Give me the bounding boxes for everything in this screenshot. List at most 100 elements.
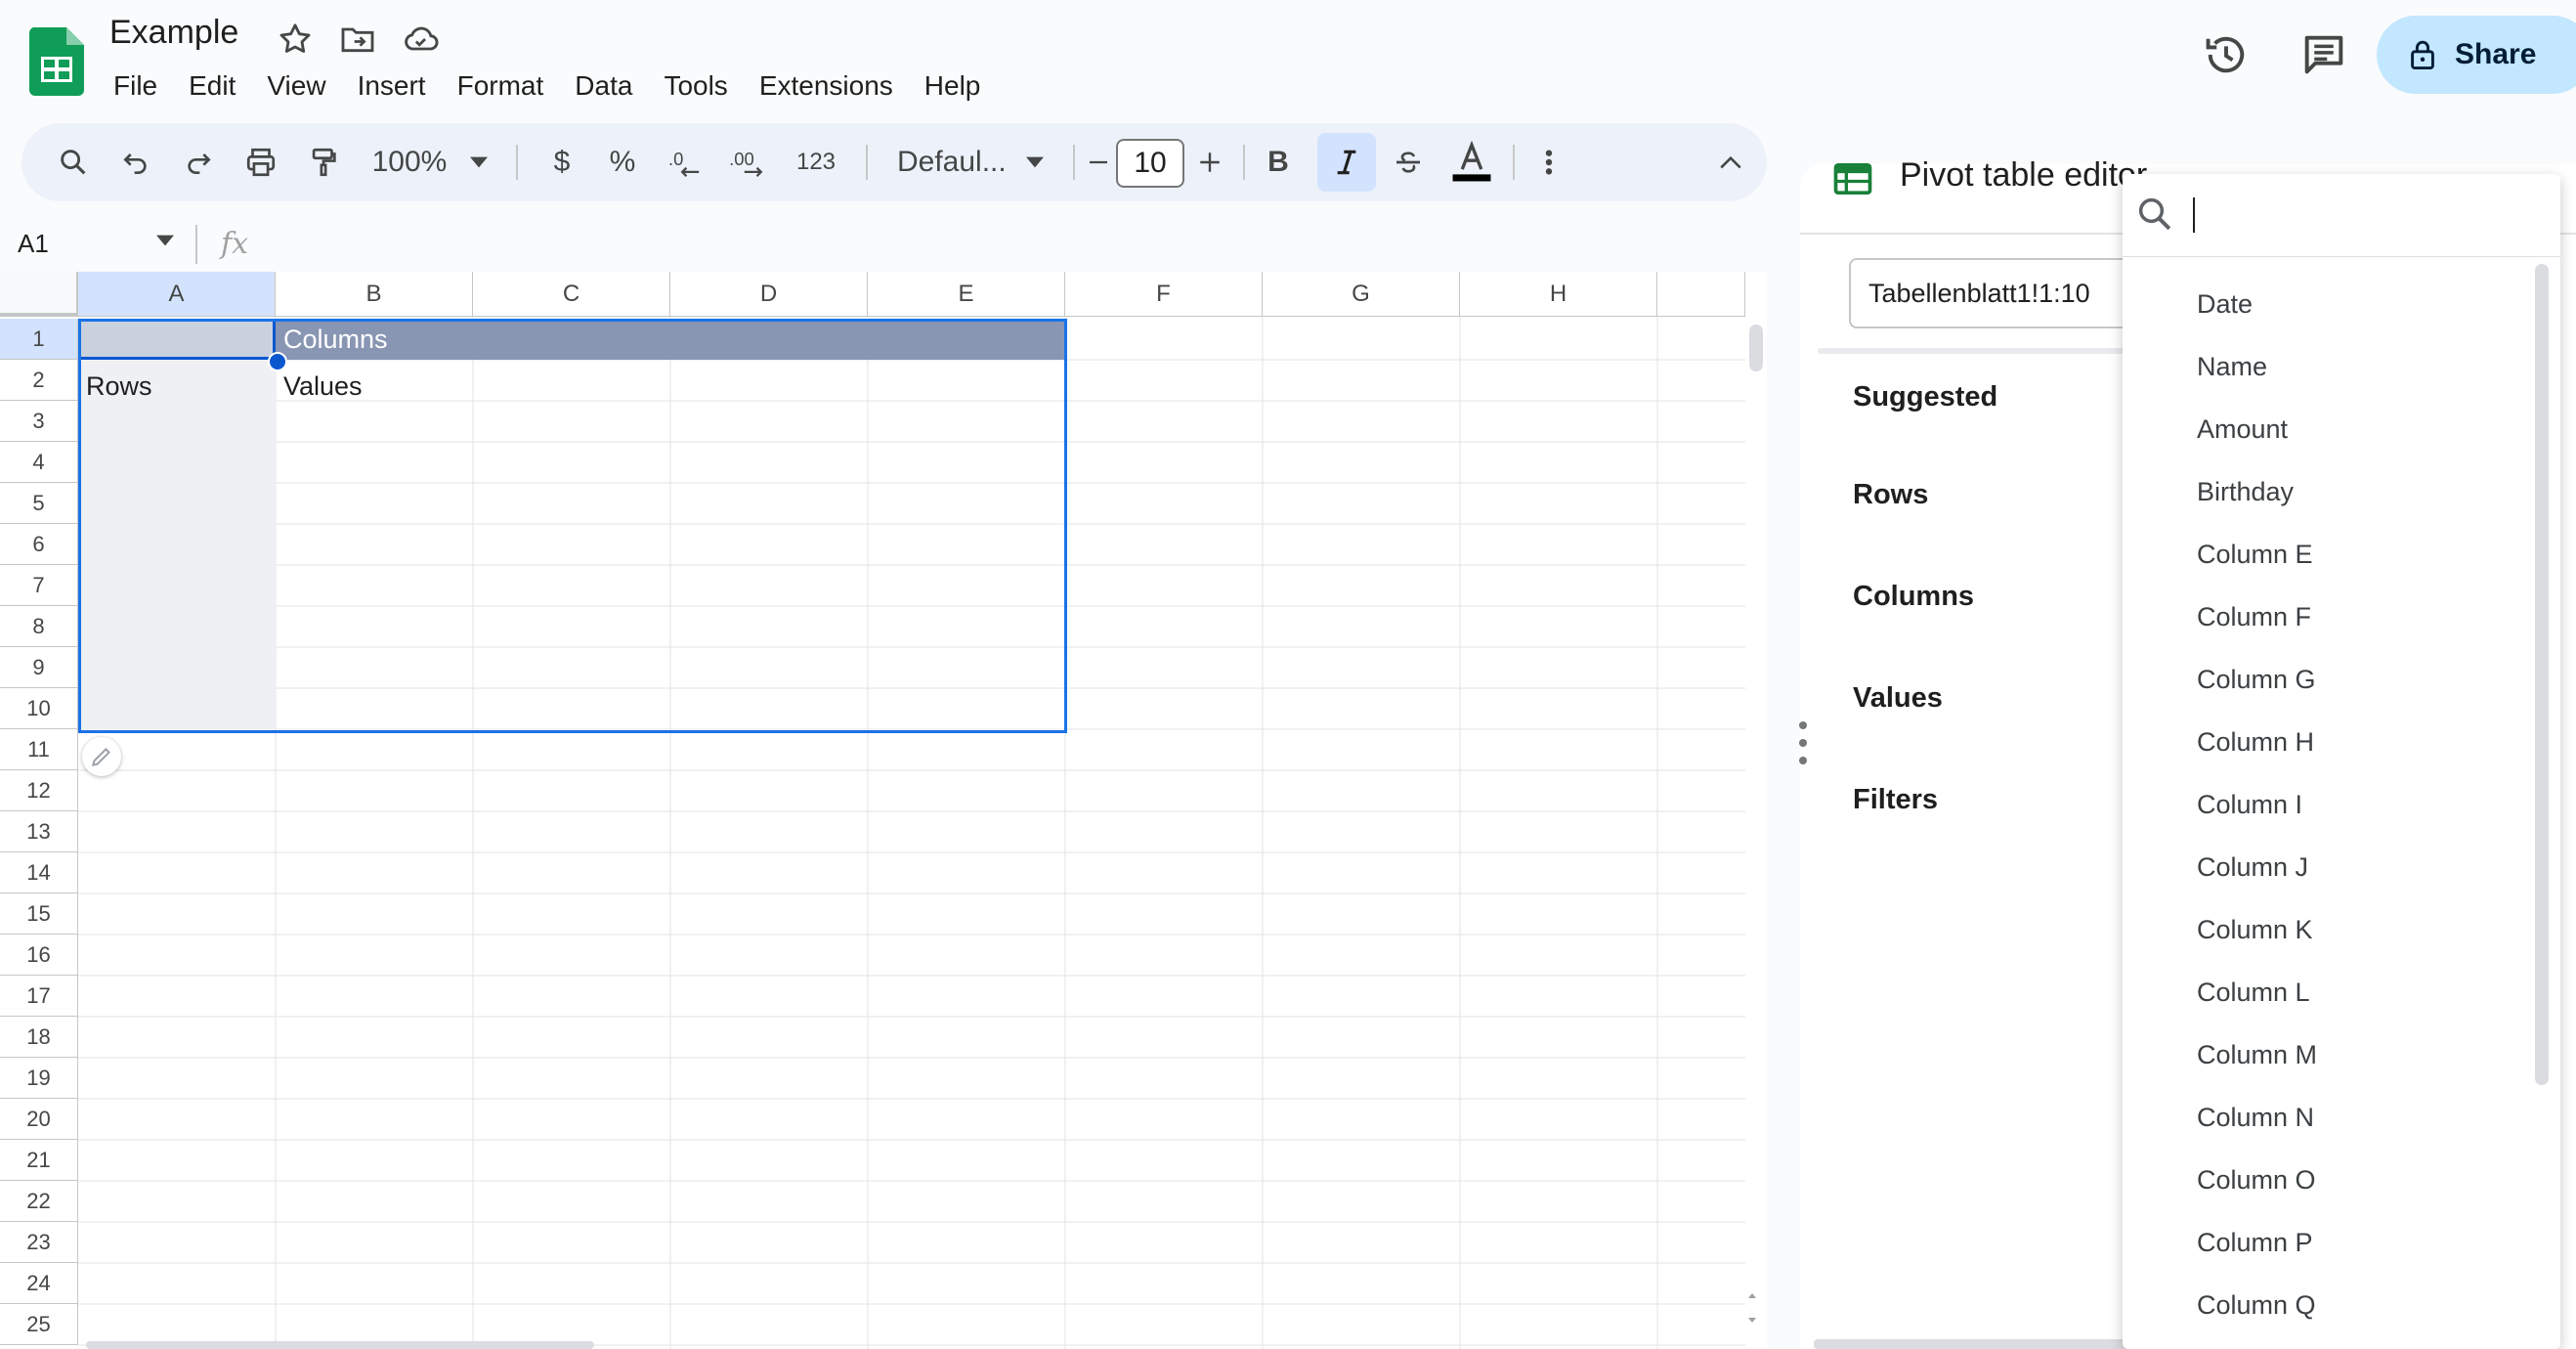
- version-history-icon[interactable]: [2201, 29, 2252, 80]
- move-to-folder-icon[interactable]: [338, 20, 377, 59]
- field-option-column-n[interactable]: Column N: [2197, 1103, 2314, 1133]
- font-size-input[interactable]: 10: [1116, 139, 1184, 188]
- comments-icon[interactable]: [2298, 29, 2349, 80]
- row-header[interactable]: 6: [0, 524, 78, 565]
- row-header[interactable]: 2: [0, 360, 78, 401]
- menu-extensions[interactable]: Extensions: [744, 66, 909, 106]
- field-option-column-f[interactable]: Column F: [2197, 602, 2311, 632]
- increase-decimal-icon[interactable]: .00: [721, 123, 776, 201]
- pivot-range-input[interactable]: Tabellenblatt1!1:10: [1849, 258, 2162, 328]
- field-option-column-j[interactable]: Column J: [2197, 852, 2308, 883]
- row-header[interactable]: 12: [0, 770, 78, 811]
- column-header-i[interactable]: [1657, 272, 1745, 317]
- field-option-column-o[interactable]: Column O: [2197, 1165, 2316, 1196]
- column-header-h[interactable]: H: [1460, 272, 1657, 317]
- row-header[interactable]: 22: [0, 1181, 78, 1222]
- menu-help[interactable]: Help: [909, 66, 997, 106]
- redo-icon[interactable]: [174, 123, 223, 201]
- field-search-box[interactable]: [2123, 174, 2560, 257]
- undo-icon[interactable]: [111, 123, 160, 201]
- dropdown-scrollbar-thumb[interactable]: [2535, 264, 2549, 1085]
- share-button[interactable]: Share: [2377, 16, 2576, 94]
- cell-a2[interactable]: Rows: [86, 371, 152, 402]
- field-option-name[interactable]: Name: [2197, 352, 2267, 382]
- column-header-g[interactable]: G: [1263, 272, 1460, 317]
- italic-icon[interactable]: [1317, 123, 1376, 201]
- field-option-column-k[interactable]: Column K: [2197, 915, 2313, 945]
- strikethrough-icon[interactable]: [1384, 123, 1433, 201]
- sheets-logo-icon[interactable]: [29, 27, 84, 96]
- row-header[interactable]: 5: [0, 483, 78, 524]
- row-header[interactable]: 4: [0, 442, 78, 483]
- field-option-amount[interactable]: Amount: [2197, 414, 2288, 445]
- row-header[interactable]: 1: [0, 319, 78, 360]
- font-family-select[interactable]: Defaul...: [881, 123, 1059, 201]
- row-header[interactable]: 20: [0, 1099, 78, 1140]
- more-options-icon[interactable]: [1526, 123, 1571, 201]
- row-header[interactable]: 9: [0, 647, 78, 688]
- field-option-date[interactable]: Date: [2197, 289, 2253, 320]
- menu-edit[interactable]: Edit: [173, 66, 251, 106]
- row-header[interactable]: 21: [0, 1140, 78, 1181]
- field-option-column-g[interactable]: Column G: [2197, 665, 2316, 695]
- field-option-column-h[interactable]: Column H: [2197, 727, 2314, 758]
- menu-insert[interactable]: Insert: [342, 66, 442, 106]
- menu-file[interactable]: File: [98, 66, 173, 106]
- panel-horizontal-scrollbar[interactable]: [1814, 1339, 2175, 1349]
- bold-button[interactable]: B: [1255, 123, 1302, 201]
- paint-format-icon[interactable]: [299, 123, 348, 201]
- column-header-b[interactable]: B: [276, 272, 473, 317]
- row-header[interactable]: 15: [0, 893, 78, 935]
- scroll-arrows[interactable]: [1743, 1279, 1761, 1337]
- name-box[interactable]: A1: [18, 229, 49, 259]
- cell-b2[interactable]: Values: [283, 371, 363, 402]
- print-icon[interactable]: [236, 123, 285, 201]
- row-header[interactable]: 8: [0, 606, 78, 647]
- increase-font-size-icon[interactable]: [1188, 123, 1231, 201]
- cloud-saved-icon[interactable]: [401, 20, 440, 59]
- more-formats-button[interactable]: 123: [784, 123, 848, 201]
- row-header[interactable]: 17: [0, 976, 78, 1017]
- menu-data[interactable]: Data: [559, 66, 648, 106]
- format-percent-button[interactable]: %: [600, 123, 645, 201]
- decrease-font-size-icon[interactable]: [1081, 123, 1116, 201]
- search-menus-icon[interactable]: [49, 123, 98, 201]
- row-header[interactable]: 25: [0, 1304, 78, 1345]
- column-header-c[interactable]: C: [473, 272, 670, 317]
- row-header[interactable]: 23: [0, 1222, 78, 1263]
- field-option-column-l[interactable]: Column L: [2197, 978, 2310, 1008]
- menu-tools[interactable]: Tools: [648, 66, 743, 106]
- collapse-toolbar-icon[interactable]: [1706, 123, 1755, 201]
- row-header[interactable]: 11: [0, 729, 78, 770]
- text-color-icon[interactable]: [1444, 123, 1499, 201]
- pencil-edit-icon[interactable]: [82, 737, 121, 776]
- field-option-column-q[interactable]: Column Q: [2197, 1290, 2316, 1321]
- column-header-e[interactable]: E: [868, 272, 1065, 317]
- menu-view[interactable]: View: [251, 66, 341, 106]
- row-header[interactable]: 7: [0, 565, 78, 606]
- chevron-down-icon[interactable]: [156, 235, 174, 246]
- field-option-column-m[interactable]: Column M: [2197, 1040, 2317, 1070]
- field-option-birthday[interactable]: Birthday: [2197, 477, 2294, 507]
- vertical-scrollbar-thumb[interactable]: [1749, 325, 1763, 371]
- column-header-a[interactable]: A: [78, 272, 276, 317]
- column-header-f[interactable]: F: [1065, 272, 1263, 317]
- row-header[interactable]: 10: [0, 688, 78, 729]
- row-header[interactable]: 3: [0, 401, 78, 442]
- menu-format[interactable]: Format: [442, 66, 560, 106]
- format-currency-button[interactable]: $: [539, 123, 584, 201]
- star-icon[interactable]: [276, 20, 315, 59]
- decrease-decimal-icon[interactable]: .0: [661, 123, 709, 201]
- zoom-select[interactable]: 100%: [364, 123, 496, 201]
- document-title[interactable]: Example: [109, 14, 238, 52]
- formula-input[interactable]: [264, 221, 1759, 266]
- row-header[interactable]: 13: [0, 811, 78, 852]
- column-header-d[interactable]: D: [670, 272, 868, 317]
- row-header[interactable]: 16: [0, 935, 78, 976]
- fill-handle[interactable]: [268, 352, 287, 371]
- panel-drag-handle-icon[interactable]: [1798, 719, 1808, 766]
- row-header[interactable]: 18: [0, 1017, 78, 1058]
- field-option-column-p[interactable]: Column P: [2197, 1228, 2313, 1258]
- field-option-column-i[interactable]: Column I: [2197, 790, 2302, 820]
- row-header[interactable]: 19: [0, 1058, 78, 1099]
